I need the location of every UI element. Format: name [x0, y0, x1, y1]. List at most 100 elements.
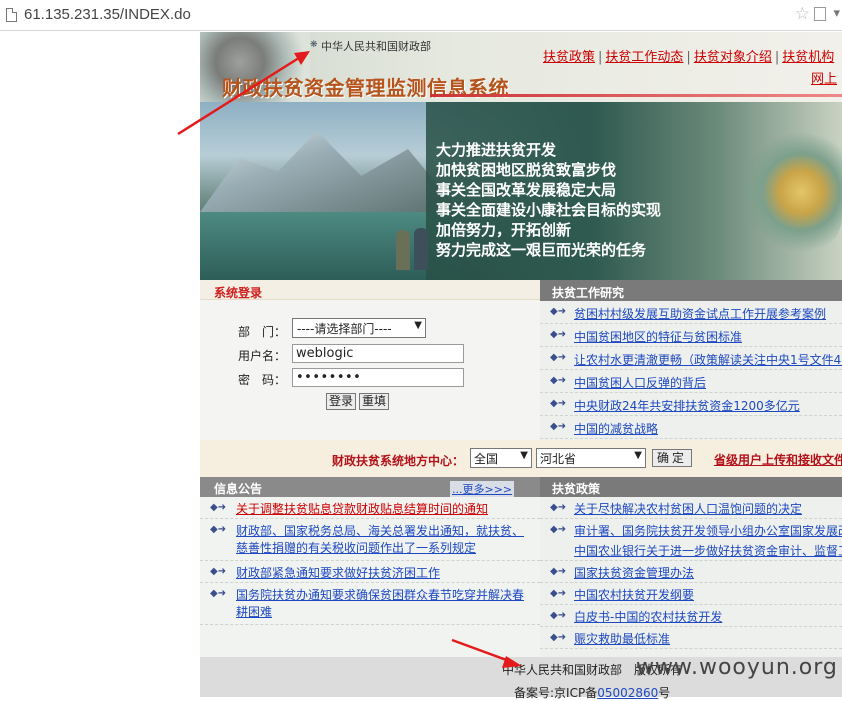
list-item: ◆➜ 财政部紧急通知要求做好扶贫济困工作	[200, 561, 540, 583]
list-item: ◆➜ 中国农村扶贫开发纲要	[540, 583, 842, 605]
arrow-bullet-icon: ◆➜	[550, 566, 567, 577]
arrow-bullet-icon: ◆➜	[210, 566, 227, 577]
reset-button[interactable]: 重填	[359, 393, 390, 410]
notice-link[interactable]: 财政部、国家税务总局、海关总署发出通知，就扶贫、慈善性捐赠的有关税收问题作出了一…	[236, 523, 528, 557]
list-item: 中国农业银行关于进一步做好扶贫资金审计、监督工作	[540, 539, 842, 561]
local-center-bar: 财政扶贫系统地方中心： 全国 ▼ 河北省 ▼ 确定 省级用户上传和接收文件	[200, 440, 842, 477]
username-input[interactable]: weblogic	[292, 344, 464, 363]
notice-link[interactable]: 国务院扶贫办通知要求确保贫困群众春节吃穿并解决春耕困难	[236, 587, 528, 621]
ministry-name: 中华人民共和国财政部	[321, 40, 431, 53]
province-select[interactable]: 河北省 ▼	[536, 448, 646, 468]
footer-icp: 备案号:京ICP备05002860号	[514, 684, 670, 701]
arrow-bullet-icon: ◆➜	[550, 398, 567, 409]
research-link[interactable]: 中国贫困地区的特征与贫困标准	[574, 328, 742, 345]
reader-icon[interactable]	[814, 7, 826, 21]
icp-prefix: 备案号:京ICP备	[514, 686, 598, 700]
username-label: 用户名：	[238, 349, 287, 363]
login-title: 系统登录	[214, 286, 263, 300]
list-item: ◆➜ 中国的减贫战略	[540, 416, 842, 439]
list-item: ◆➜ 中央财政24年共安排扶贫资金1200多亿元	[540, 393, 842, 416]
dept-select[interactable]: ----请选择部门---- ▼	[292, 318, 426, 338]
chevron-down-icon: ▼	[634, 450, 642, 461]
login-button[interactable]: 登录	[326, 393, 357, 410]
nation-select-value: 全国	[474, 452, 499, 466]
bookmark-star-icon[interactable]: ☆	[795, 4, 810, 24]
url-field[interactable]: 61.135.231.35/INDEX.do	[24, 6, 191, 23]
nav-target-intro[interactable]: 扶贫对象介绍	[694, 50, 772, 65]
confirm-button[interactable]: 确定	[652, 449, 692, 467]
list-item: ◆➜ 财政部、国家税务总局、海关总署发出通知，就扶贫、慈善性捐赠的有关税收问题作…	[200, 519, 540, 561]
list-item: ◆➜ 关于调整扶贫贴息贷款财政贴息结算时间的通知	[200, 497, 540, 519]
person-figure	[414, 228, 428, 270]
person-figure	[396, 230, 410, 270]
arrow-bullet-icon: ◆➜	[550, 632, 567, 643]
watermark: www.wooyun.org	[636, 655, 838, 680]
arrow-bullet-icon: ◆➜	[550, 352, 567, 363]
arrow-bullet-icon: ◆➜	[550, 421, 567, 432]
research-link[interactable]: 中国贫困人口反弹的背后	[574, 374, 706, 391]
chevron-down-icon: ▼	[520, 450, 528, 461]
dept-select-value: ----请选择部门----	[297, 322, 392, 336]
notice-header: 信息公告 ...更多>>>	[200, 477, 540, 497]
chevron-down-icon: ▼	[414, 320, 422, 331]
nav-online[interactable]: 网上	[811, 68, 837, 87]
policy-link[interactable]: 关于尽快解决农村贫困人口温饱问题的决定	[574, 501, 802, 518]
policy-link[interactable]: 中国农村扶贫开发纲要	[574, 587, 694, 604]
list-item: ◆➜ 审计署、国务院扶贫开发领导小组办公室国家发展改革委	[540, 519, 842, 541]
research-link[interactable]: 让农村水更清澈更畅（政策解读关注中央1号文件4）	[574, 351, 842, 368]
nav-separator: |	[686, 50, 691, 65]
chevron-down-icon[interactable]: ▾	[833, 6, 840, 21]
banner-divider	[430, 94, 842, 97]
slogan-line: 大力推进扶贫开发	[436, 141, 557, 159]
icp-link[interactable]: 05002860	[597, 686, 658, 700]
notice-title: 信息公告	[214, 482, 263, 496]
policy-panel: 扶贫政策 ◆➜ 关于尽快解决农村贫困人口温饱问题的决定 ◆➜ 审计署、国务院扶贫…	[540, 477, 842, 657]
annotation-arrow-icon	[451, 638, 522, 668]
more-link[interactable]: ...更多>>>	[450, 481, 515, 497]
policy-link[interactable]: 白皮书-中国的农村扶贫开发	[574, 609, 722, 626]
notice-link[interactable]: 关于调整扶贫贴息贷款财政贴息结算时间的通知	[236, 501, 528, 518]
policy-link[interactable]: 国家扶贫资金管理办法	[574, 565, 694, 582]
china-map-graphic	[740, 132, 842, 252]
nav-work-news[interactable]: 扶贫工作动态	[605, 50, 683, 65]
policy-link[interactable]: 赈灾救助最低标准	[574, 631, 670, 648]
arrow-bullet-icon: ◆➜	[550, 502, 567, 513]
arrow-bullet-icon: ◆➜	[550, 524, 567, 535]
local-center-label: 财政扶贫系统地方中心：	[332, 454, 465, 468]
research-link[interactable]: 贫困村村级发展互助资金试点工作开展参考案例	[574, 305, 826, 322]
arrow-bullet-icon: ◆➜	[210, 588, 227, 599]
arrow-bullet-icon: ◆➜	[550, 375, 567, 386]
slogan-line: 事关全面建设小康社会目标的实现	[436, 201, 662, 219]
list-item: ◆➜ 中国贫困人口反弹的背后	[540, 370, 842, 393]
notice-panel: 信息公告 ...更多>>> ◆➜ 关于调整扶贫贴息贷款财政贴息结算时间的通知 ◆…	[200, 477, 540, 657]
policy-link[interactable]: 中国农业银行关于进一步做好扶贫资金审计、监督工作	[574, 543, 842, 560]
research-link[interactable]: 中央财政24年共安排扶贫资金1200多亿元	[574, 397, 800, 414]
nav-poverty-policy[interactable]: 扶贫政策	[543, 50, 595, 65]
list-item: ◆➜ 贫困村村级发展互助资金试点工作开展参考案例	[540, 301, 842, 324]
province-select-value: 河北省	[540, 452, 577, 466]
nav-separator: |	[598, 50, 603, 65]
annotation-arrow-icon	[177, 51, 310, 136]
password-input[interactable]: ••••••••	[292, 368, 464, 387]
browser-address-bar: 61.135.231.35/INDEX.do ☆ ▾	[0, 0, 842, 31]
notice-link[interactable]: 财政部紧急通知要求做好扶贫济困工作	[236, 565, 528, 582]
research-link[interactable]: 中国的减贫战略	[574, 420, 658, 437]
list-item: ◆➜ 赈灾救助最低标准	[540, 627, 842, 649]
hero-slogans: 大力推进扶贫开发 加快贫困地区脱贫致富步伐 事关全国改革发展稳定大局 事关全面建…	[436, 140, 661, 260]
nation-select[interactable]: 全国 ▼	[470, 448, 532, 468]
list-item: ◆➜ 国务院扶贫办通知要求确保贫困群众春节吃穿并解决春耕困难	[200, 583, 540, 625]
list-item: ◆➜ 国家扶贫资金管理办法	[540, 561, 842, 583]
arrow-bullet-icon: ◆➜	[550, 610, 567, 621]
policy-link[interactable]: 审计署、国务院扶贫开发领导小组办公室国家发展改革委	[574, 523, 842, 540]
slogan-line: 事关全国改革发展稳定大局	[436, 181, 617, 199]
research-title: 扶贫工作研究	[540, 280, 842, 301]
password-label: 密 码：	[238, 373, 287, 387]
nav-agencies[interactable]: 扶贫机构	[782, 50, 834, 65]
upload-files-link[interactable]: 省级用户上传和接收文件	[714, 451, 842, 468]
arrow-bullet-icon: ◆➜	[210, 524, 227, 535]
arrow-bullet-icon: ◆➜	[550, 306, 567, 317]
login-panel: 系统登录 部 门： ----请选择部门---- ▼ 用户名： weblogic …	[200, 280, 540, 440]
list-item: ◆➜ 让农村水更清澈更畅（政策解读关注中央1号文件4）	[540, 347, 842, 370]
slogan-line: 加倍努力，开拓创新	[436, 221, 572, 239]
arrow-bullet-icon: ◆➜	[210, 502, 227, 513]
